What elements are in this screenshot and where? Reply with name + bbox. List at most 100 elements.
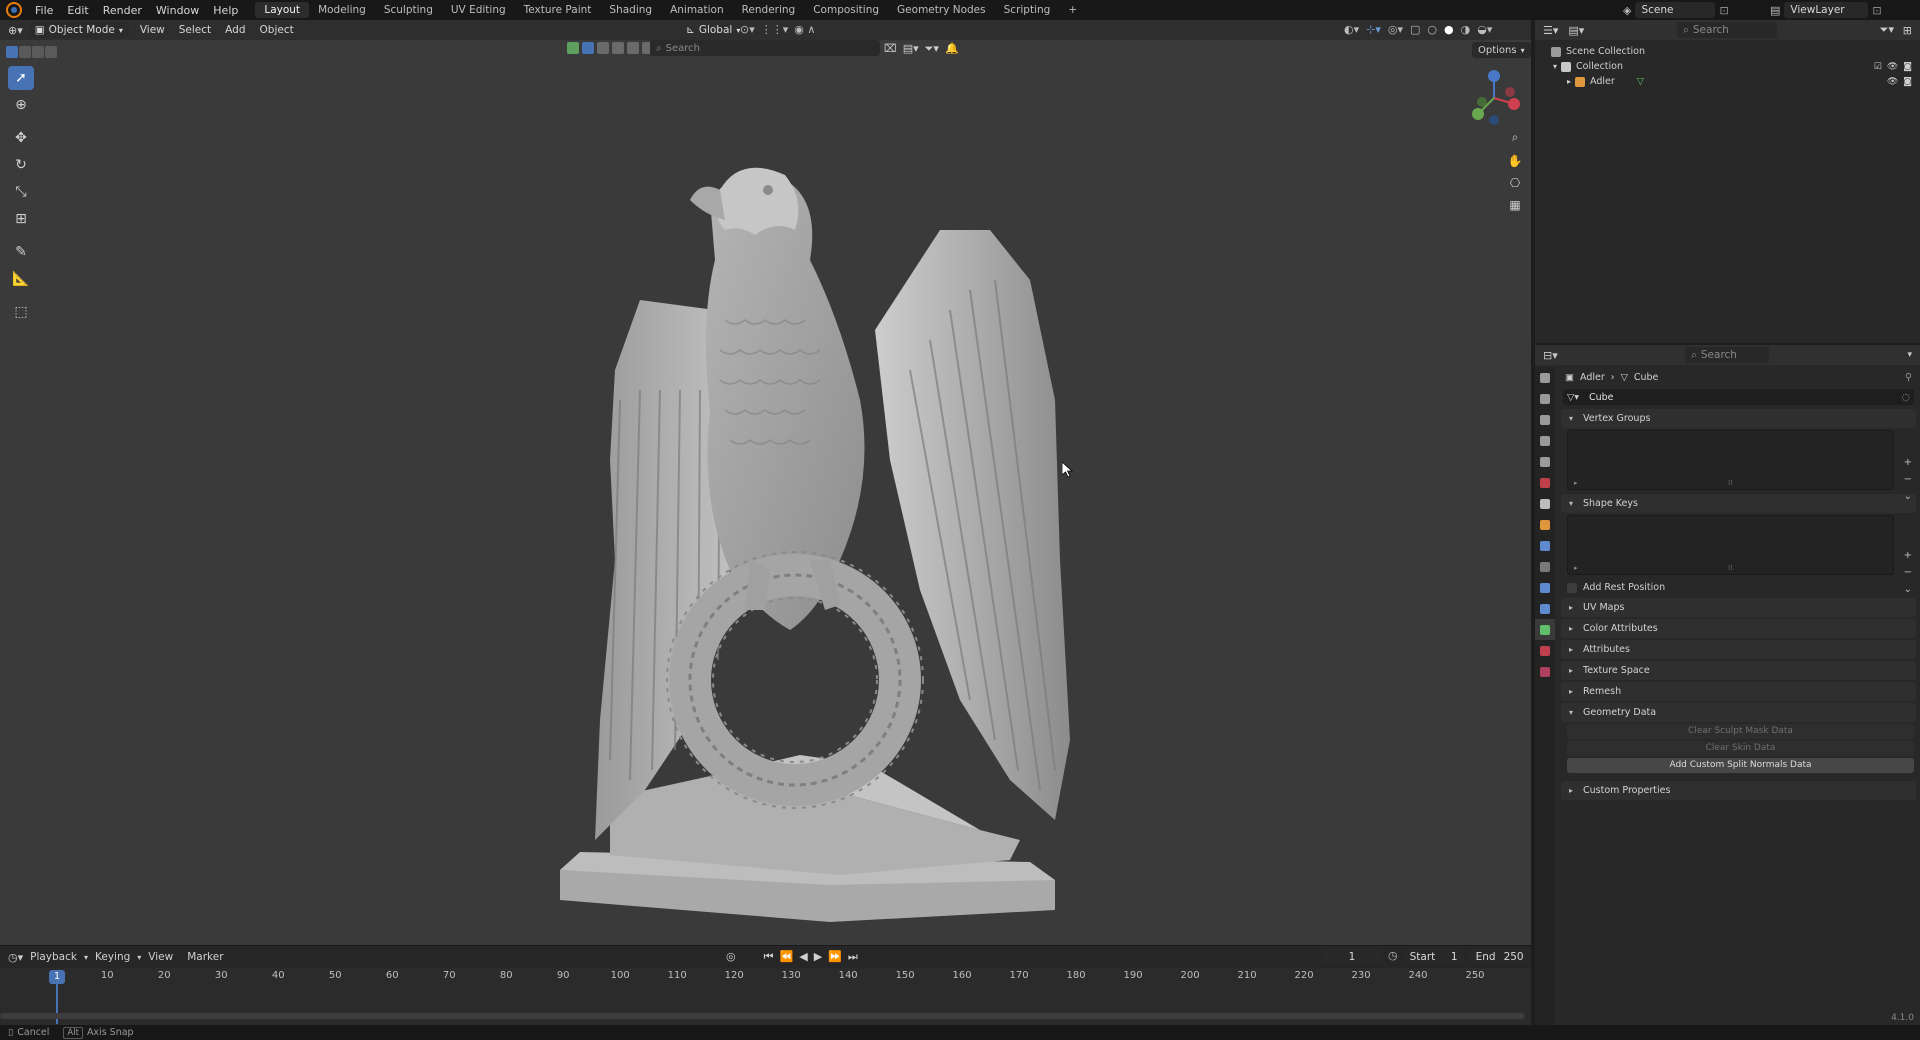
tab-shading[interactable]: Shading (600, 2, 661, 18)
navigation-gizmo[interactable] (1462, 66, 1522, 126)
timeline-editor-icon[interactable]: ◷▾ (8, 951, 23, 964)
add-workspace-button[interactable]: + (1059, 2, 1086, 18)
mesh-data-icon[interactable]: ▽ (1637, 76, 1644, 87)
outliner-search-input[interactable]: ⌕ Search (1677, 22, 1777, 38)
list-grip-icon[interactable]: ⁞⁞ (1728, 479, 1732, 487)
list-resize-icon[interactable]: ▸ (1574, 564, 1578, 572)
filter-mesh-icon[interactable] (597, 42, 609, 54)
camera-view-icon[interactable]: ⎔ (1504, 172, 1526, 194)
xray-icon[interactable]: ▢ (1410, 23, 1420, 36)
tab-geometry-nodes[interactable]: Geometry Nodes (888, 2, 995, 18)
eye-icon[interactable]: 👁 (1887, 62, 1898, 72)
checkbox-icon[interactable]: ☑ (1874, 62, 1882, 72)
bookmark-icon[interactable]: ⌧ (884, 42, 897, 56)
menu-help[interactable]: Help (206, 4, 245, 17)
orientation-dropdown[interactable]: ⊾ Global ▾ (680, 22, 746, 38)
add-custom-split-normals-button[interactable]: Add Custom Split Normals Data (1567, 758, 1914, 773)
tab-scene[interactable] (1535, 451, 1555, 472)
perspective-grid-icon[interactable]: ▦ (1504, 194, 1526, 216)
tab-modifiers[interactable] (1535, 535, 1555, 556)
playhead-frame-indicator[interactable]: 1 (49, 970, 65, 984)
menu-playback[interactable]: Playback (23, 951, 84, 963)
start-frame-field[interactable]: Start 1 (1403, 949, 1464, 964)
menu-marker[interactable]: Marker (180, 951, 230, 963)
cursor-tool[interactable]: ⊕ (8, 93, 34, 117)
scene-field[interactable]: Scene (1635, 2, 1716, 18)
move-tool[interactable]: ✥ (8, 126, 34, 150)
remove-icon[interactable]: − (1904, 474, 1912, 485)
menu-view[interactable]: View (133, 24, 172, 36)
end-frame-field[interactable]: End 250 (1469, 949, 1530, 964)
eye-icon[interactable]: 👁 (1887, 77, 1898, 87)
overlay-icon[interactable]: ◎▾ (1388, 23, 1403, 36)
snap-icon[interactable]: ⋮⋮▾ (761, 23, 789, 36)
tab-physics[interactable] (1535, 577, 1555, 598)
gizmo-toggle-icon[interactable]: ⊹▾ (1366, 23, 1381, 36)
new-collection-icon[interactable]: ⊞ (1903, 24, 1912, 37)
filter-scene-icon[interactable] (567, 42, 579, 54)
material-shading-icon[interactable]: ◑ (1461, 23, 1471, 36)
camera-icon[interactable]: ◙ (1903, 77, 1912, 87)
view-layer-field[interactable]: ViewLayer (1784, 2, 1869, 18)
annotate-tool[interactable]: ✎ (8, 240, 34, 264)
measure-tool[interactable]: 📐 (8, 267, 34, 291)
pin-icon[interactable]: ⚲ (1905, 372, 1912, 383)
pin-icon[interactable]: ⊡ (1719, 4, 1728, 17)
select-extend-icon[interactable] (19, 46, 31, 58)
properties-editor-icon[interactable]: ⊟▾ (1543, 349, 1558, 362)
tab-render[interactable] (1535, 388, 1555, 409)
display-mode-icon[interactable]: ▤▾ (1568, 24, 1584, 37)
tab-animation[interactable]: Animation (661, 2, 733, 18)
select-new-icon[interactable] (6, 46, 18, 58)
menu-edit[interactable]: Edit (60, 4, 95, 17)
section-vertex-groups[interactable]: ▾ Vertex Groups (1561, 409, 1916, 428)
tab-layout[interactable]: Layout (255, 2, 310, 18)
pivot-icon[interactable]: ⊙▾ (740, 23, 755, 36)
tab-world[interactable] (1535, 472, 1555, 493)
section-geometry-data[interactable]: ▾ Geometry Data (1561, 703, 1916, 722)
select-invert-icon[interactable] (45, 46, 57, 58)
properties-panel[interactable]: ⊟▾ ⌕ Search ▾ ▣ Adler › ▽ Cube ⚲ ▽▾ Cube… (1535, 345, 1920, 1025)
timeline-scrollbar[interactable] (0, 1013, 1525, 1019)
outliner-collection[interactable]: ▾ Collection ☑ 👁 ◙ (1535, 59, 1920, 74)
record-icon[interactable]: ◎ (726, 950, 736, 964)
section-color-attributes[interactable]: ▸ Color Attributes (1561, 619, 1916, 638)
shape-keys-list[interactable]: ▸ ⁞⁞ (1567, 515, 1894, 575)
filter-object-icon[interactable] (582, 42, 594, 54)
layout-icon[interactable]: ▤▾ (903, 42, 919, 56)
tab-object[interactable] (1535, 514, 1555, 535)
select-subtract-icon[interactable] (32, 46, 44, 58)
menu-add[interactable]: Add (218, 24, 252, 36)
jump-start-icon[interactable]: ⏮ (764, 950, 774, 964)
list-resize-icon[interactable]: ▸ (1574, 479, 1578, 487)
options-dropdown[interactable]: Options ▾ (1472, 42, 1531, 58)
tab-output[interactable] (1535, 409, 1555, 430)
play-icon[interactable]: ▶ (814, 950, 822, 964)
viewport-search-input[interactable]: ⌕ Search (650, 40, 880, 56)
tab-particles[interactable] (1535, 556, 1555, 577)
rotate-tool[interactable]: ↻ (8, 153, 34, 177)
add-icon[interactable]: + (1904, 550, 1912, 561)
tab-rendering[interactable]: Rendering (733, 2, 805, 18)
tab-tool[interactable] (1535, 367, 1555, 388)
menu-view[interactable]: View (141, 951, 180, 963)
outliner-object-adler[interactable]: ▸ Adler ▽ 👁 ◙ (1535, 74, 1920, 89)
section-uv-maps[interactable]: ▸ UV Maps (1561, 598, 1916, 617)
menu-window[interactable]: Window (149, 4, 206, 17)
clock-icon[interactable]: ◷ (1388, 949, 1398, 964)
menu-object[interactable]: Object (253, 24, 301, 36)
tab-data[interactable] (1535, 619, 1555, 640)
section-attributes[interactable]: ▸ Attributes (1561, 640, 1916, 659)
mesh-name-field[interactable]: ▽▾ Cube ◌ (1563, 389, 1914, 405)
filter-light-icon[interactable] (612, 42, 624, 54)
pan-hand-icon[interactable]: ✋ (1504, 150, 1526, 172)
proportional-edit-icon[interactable]: ◉ ∧ (794, 23, 815, 36)
section-custom-properties[interactable]: ▸ Custom Properties (1561, 781, 1916, 800)
select-box-tool[interactable]: ➚ (8, 66, 34, 90)
visibility-icon[interactable]: ◐▾ (1344, 23, 1359, 36)
fake-user-icon[interactable]: ◌ (1902, 392, 1910, 403)
editor-type-icon[interactable]: ⊕▾ (8, 24, 23, 37)
blender-logo-icon[interactable] (6, 2, 22, 18)
chevron-down-icon[interactable]: ⌄ (1904, 491, 1912, 502)
tab-texture[interactable] (1535, 661, 1555, 682)
